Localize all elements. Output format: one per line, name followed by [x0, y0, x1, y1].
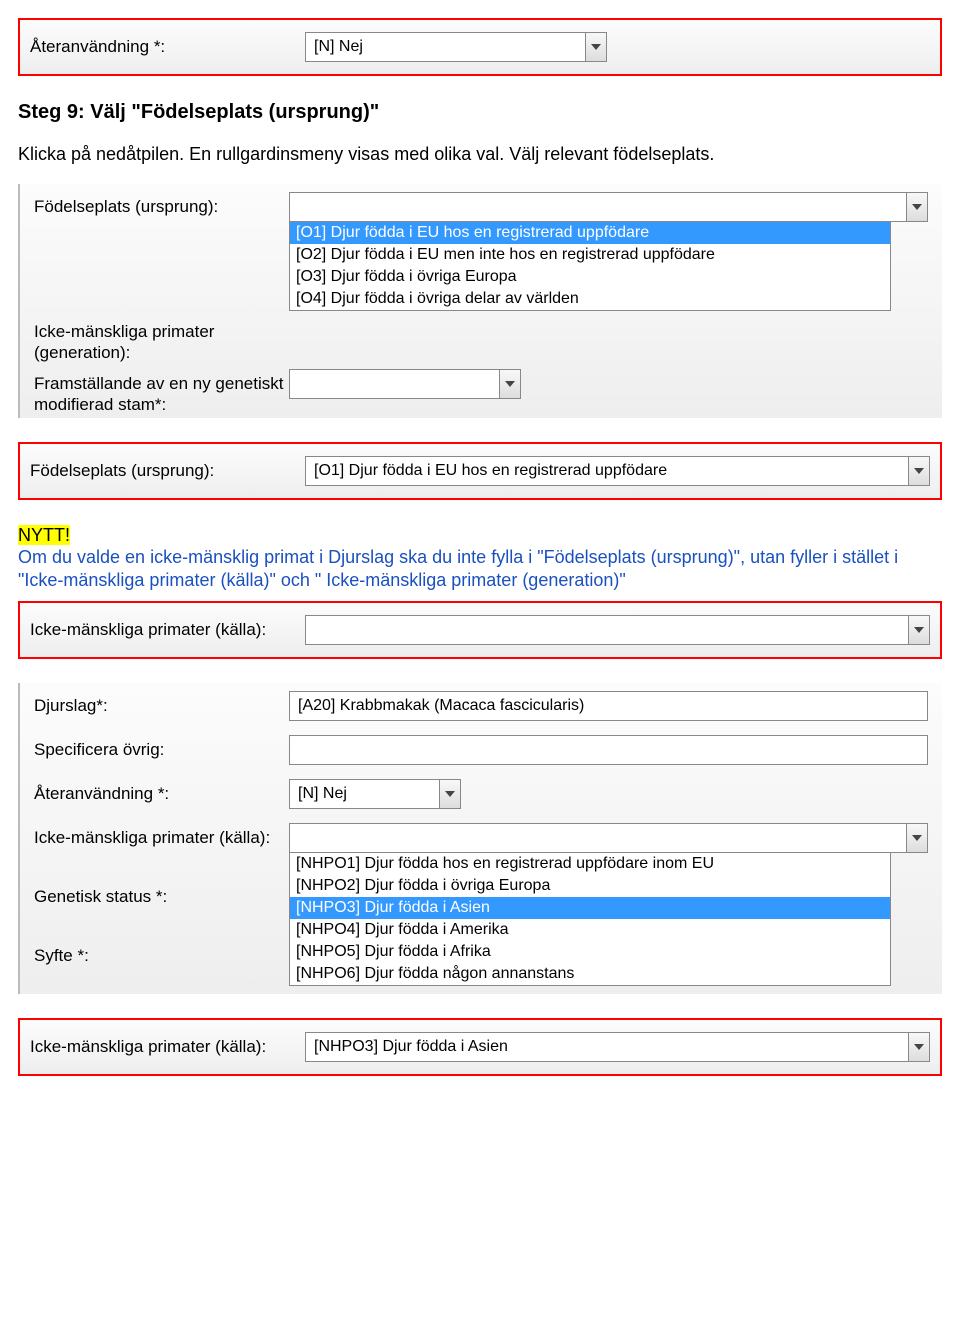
nhp-src-combo[interactable] — [289, 823, 928, 853]
nhp-option-1[interactable]: [NHPO1] Djur födda hos en registrerad up… — [290, 853, 890, 875]
birthplace-sel-value: [O1] Djur födda i EU hos en registrerad … — [306, 461, 908, 481]
genstatus-label: Genetisk status *: — [34, 882, 289, 907]
nytt-note: NYTT! Om du valde en icke-mänsklig prima… — [18, 524, 942, 592]
reuse-combo[interactable]: [N] Nej — [305, 32, 607, 62]
nhp-src-label: Icke-mänskliga primater (källa): — [34, 823, 289, 848]
chevron-down-icon[interactable] — [499, 370, 520, 398]
birthplace-dropdown[interactable]: [O1] Djur födda i EU hos en registrerad … — [289, 222, 891, 311]
reuse-red-block: Återanvändning *: [N] Nej — [18, 18, 942, 76]
reuse-label: Återanvändning *: — [30, 36, 285, 57]
birthplace-option-o1[interactable]: [O1] Djur födda i EU hos en registrerad … — [290, 222, 890, 244]
step9-heading: Steg 9: Välj "Födelseplats (ursprung)" — [18, 100, 942, 125]
chevron-down-icon[interactable] — [439, 780, 460, 808]
reuse2-combo[interactable]: [N] Nej — [289, 779, 461, 809]
nhp-option-5[interactable]: [NHPO5] Djur födda i Afrika — [290, 941, 890, 963]
nhp-gen-label: Icke-mänskliga primater (generation): — [34, 317, 289, 364]
syfte-label: Syfte *: — [34, 941, 289, 966]
reuse2-value: [N] Nej — [290, 784, 439, 804]
chevron-down-icon[interactable] — [585, 33, 606, 61]
birthplace-open-block: Födelseplats (ursprung): [O1] Djur födda… — [18, 184, 942, 418]
birthplace-combo-top[interactable] — [289, 192, 928, 222]
chevron-down-icon[interactable] — [908, 1033, 929, 1061]
nhp-src-sel-combo[interactable]: [NHPO3] Djur födda i Asien — [305, 1032, 930, 1062]
birthplace-sel-label: Födelseplats (ursprung): — [30, 460, 285, 481]
reuse2-label: Återanvändning *: — [34, 779, 289, 804]
nytt-text: Om du valde en icke-mänsklig primat i Dj… — [18, 547, 898, 590]
nhp-src-selected-block: Icke-mänskliga primater (källa): [NHPO3]… — [18, 1018, 942, 1076]
chevron-down-icon[interactable] — [908, 457, 929, 485]
spec-label: Specificera övrig: — [34, 735, 289, 760]
nhp-option-3[interactable]: [NHPO3] Djur födda i Asien — [290, 897, 890, 919]
djurslag-combo[interactable]: [A20] Krabbmakak (Macaca fascicularis) — [289, 691, 928, 721]
chevron-down-icon[interactable] — [906, 824, 927, 852]
birthplace-option-o4[interactable]: [O4] Djur födda i övriga delar av världe… — [290, 288, 890, 310]
nhp-src-empty-block: Icke-mänskliga primater (källa): — [18, 601, 942, 659]
birthplace-option-o3[interactable]: [O3] Djur födda i övriga Europa — [290, 266, 890, 288]
chevron-down-icon[interactable] — [906, 193, 927, 221]
nhp-src-sel-value: [NHPO3] Djur födda i Asien — [306, 1037, 908, 1057]
nhp-src-sel-label: Icke-mänskliga primater (källa): — [30, 1036, 285, 1057]
nhp-option-4[interactable]: [NHPO4] Djur födda i Amerika — [290, 919, 890, 941]
nhp-option-2[interactable]: [NHPO2] Djur födda i övriga Europa — [290, 875, 890, 897]
chevron-down-icon[interactable] — [908, 616, 929, 644]
nytt-badge: NYTT! — [18, 525, 70, 545]
spec-input[interactable] — [289, 735, 928, 765]
birthplace-sel-combo[interactable]: [O1] Djur födda i EU hos en registrerad … — [305, 456, 930, 486]
nhp-src-empty-label: Icke-mänskliga primater (källa): — [30, 619, 285, 640]
djurslag-label: Djurslag*: — [34, 691, 289, 716]
step9-body: Klicka på nedåtpilen. En rullgardinsmeny… — [18, 143, 942, 166]
nhp-src-empty-combo[interactable] — [305, 615, 930, 645]
birthplace-option-o2[interactable]: [O2] Djur födda i EU men inte hos en reg… — [290, 244, 890, 266]
nhp-option-6[interactable]: [NHPO6] Djur födda någon annanstans — [290, 963, 890, 985]
framst-combo[interactable] — [289, 369, 521, 399]
nhp-form-block: Djurslag*: [A20] Krabbmakak (Macaca fasc… — [18, 683, 942, 994]
birthplace-selected-block: Födelseplats (ursprung): [O1] Djur födda… — [18, 442, 942, 500]
nhp-src-dropdown[interactable]: [NHPO1] Djur födda hos en registrerad up… — [289, 853, 891, 986]
reuse-value: [N] Nej — [306, 37, 585, 57]
djurslag-value: [A20] Krabbmakak (Macaca fascicularis) — [290, 696, 927, 716]
birthplace-label: Födelseplats (ursprung): — [34, 192, 289, 217]
framst-label: Framställande av en ny genetiskt modifie… — [34, 369, 289, 416]
